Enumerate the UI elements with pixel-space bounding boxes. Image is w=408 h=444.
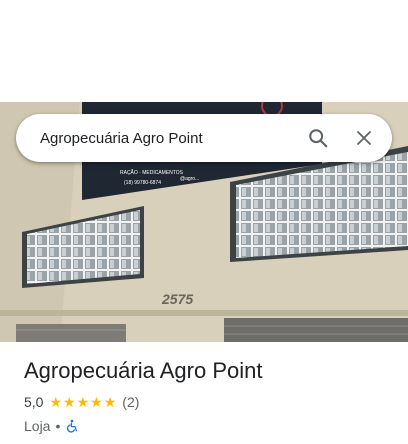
close-button[interactable] [344, 118, 384, 158]
star-icon: ★ [103, 394, 117, 410]
banner-phone: (18) 99780-6874 [124, 180, 161, 186]
star-icon: ★ [76, 394, 90, 410]
search-input[interactable]: Agropecuária Agro Point [40, 130, 298, 147]
place-info: Agropecuária Agro Point 5,0 ★ ★ ★ ★ ★ (2… [24, 356, 392, 436]
wheelchair-icon [65, 419, 79, 433]
banner-handle: @agro... [180, 176, 199, 182]
place-title: Agropecuária Agro Point [24, 358, 263, 383]
rating-value: 5,0 [24, 394, 44, 410]
separator-dot: • [55, 418, 61, 434]
review-count[interactable]: (2) [122, 394, 139, 410]
star-icon: ★ [90, 394, 103, 410]
rating-row[interactable]: 5,0 ★ ★ ★ ★ ★ (2) [24, 392, 392, 412]
banner-text: RAÇÃO · MEDICAMENTOS [120, 169, 184, 176]
search-button[interactable] [298, 118, 338, 158]
address-number: 2575 [161, 291, 193, 307]
close-icon [357, 131, 371, 145]
star-icon: ★ [63, 394, 76, 410]
rating-stars: ★ ★ ★ ★ ★ [49, 395, 116, 409]
search-icon [309, 129, 328, 148]
category-row: Loja • [24, 416, 392, 436]
star-icon: ★ [49, 394, 63, 410]
place-category: Loja [24, 418, 51, 434]
search-bar[interactable]: Agropecuária Agro Point [16, 114, 392, 162]
